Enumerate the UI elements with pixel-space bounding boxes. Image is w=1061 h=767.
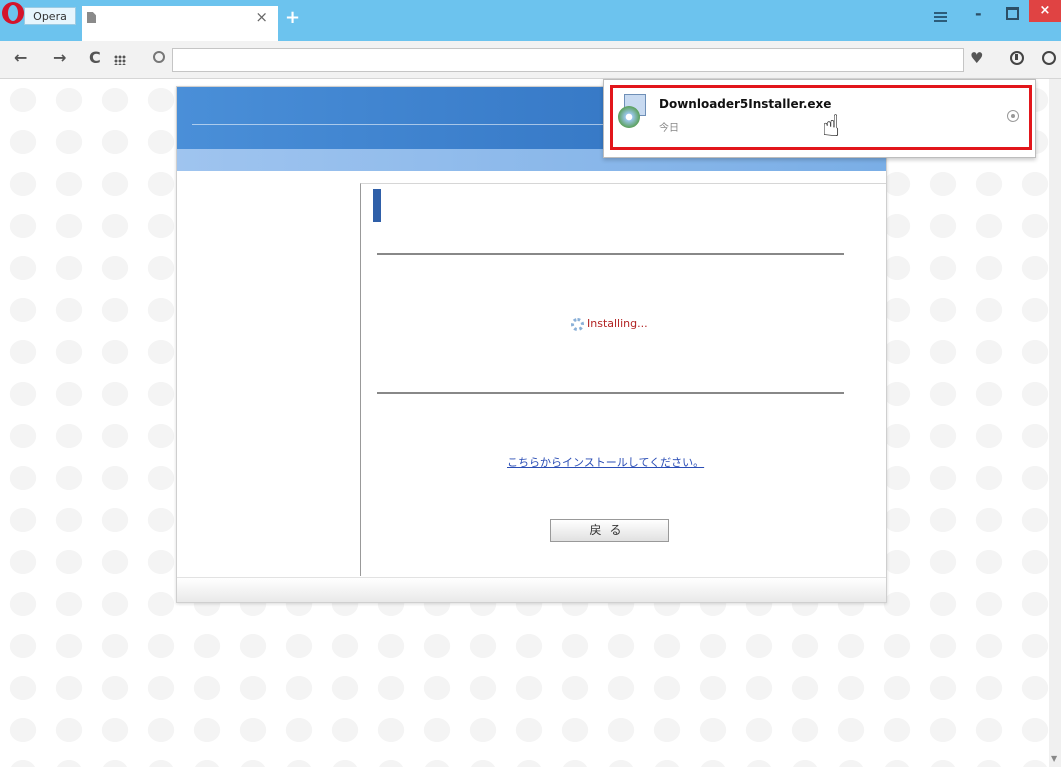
install-here-link[interactable]: こちらからインストールしてください。 bbox=[507, 454, 704, 470]
installing-status: Installing... bbox=[587, 317, 648, 330]
download-date: 今日 bbox=[659, 123, 679, 134]
downloads-icon[interactable] bbox=[1010, 51, 1024, 65]
back-button[interactable]: ← bbox=[14, 49, 27, 67]
divider bbox=[377, 253, 844, 255]
opera-logo-icon[interactable] bbox=[2, 2, 24, 24]
back-button[interactable]: 戻る bbox=[550, 519, 669, 542]
speed-dial-icon[interactable] bbox=[114, 55, 126, 65]
web-content: Installing... こちらからインストールしてください。 戻る bbox=[0, 79, 1061, 767]
installer-body: Installing... こちらからインストールしてください。 戻る bbox=[360, 183, 886, 576]
forward-button[interactable]: → bbox=[53, 49, 66, 67]
opera-menu-button[interactable]: Opera bbox=[24, 7, 76, 25]
installer-panel: Installing... こちらからインストールしてください。 戻る bbox=[176, 86, 887, 603]
close-window-button[interactable]: × bbox=[1029, 0, 1061, 22]
minimize-button[interactable]: - bbox=[975, 4, 982, 23]
new-tab-button[interactable]: + bbox=[285, 9, 300, 27]
scroll-down-icon[interactable]: ▼ bbox=[1051, 754, 1057, 763]
divider bbox=[377, 392, 844, 394]
download-file-name[interactable]: Downloader5Installer.exe bbox=[659, 97, 831, 111]
download-cancel-icon[interactable] bbox=[1007, 110, 1019, 122]
toolbar: ← → C ♥ bbox=[0, 41, 1061, 79]
reload-button[interactable]: C bbox=[89, 49, 101, 67]
tab-menu-icon[interactable] bbox=[934, 12, 947, 22]
tab-close-button[interactable]: × bbox=[255, 8, 268, 26]
account-icon[interactable] bbox=[1042, 51, 1056, 65]
title-bar: Opera × + - × bbox=[0, 0, 1061, 41]
bookmark-heart-icon[interactable]: ♥ bbox=[970, 49, 983, 67]
site-info-icon[interactable] bbox=[153, 51, 165, 63]
download-highlight-box bbox=[610, 85, 1032, 150]
address-bar[interactable] bbox=[172, 48, 964, 72]
tab-active[interactable]: × bbox=[82, 6, 278, 41]
hand-cursor-icon: ☝ bbox=[822, 109, 841, 144]
maximize-button[interactable] bbox=[1006, 7, 1019, 20]
vertical-scrollbar[interactable]: ▼ bbox=[1049, 79, 1061, 767]
downloads-popup: Downloader5Installer.exe 今日 bbox=[603, 79, 1036, 158]
section-marker bbox=[373, 189, 381, 222]
loading-spinner-icon bbox=[571, 318, 584, 331]
panel-footer bbox=[177, 577, 886, 602]
document-icon bbox=[87, 12, 96, 23]
installer-file-icon bbox=[618, 94, 648, 128]
